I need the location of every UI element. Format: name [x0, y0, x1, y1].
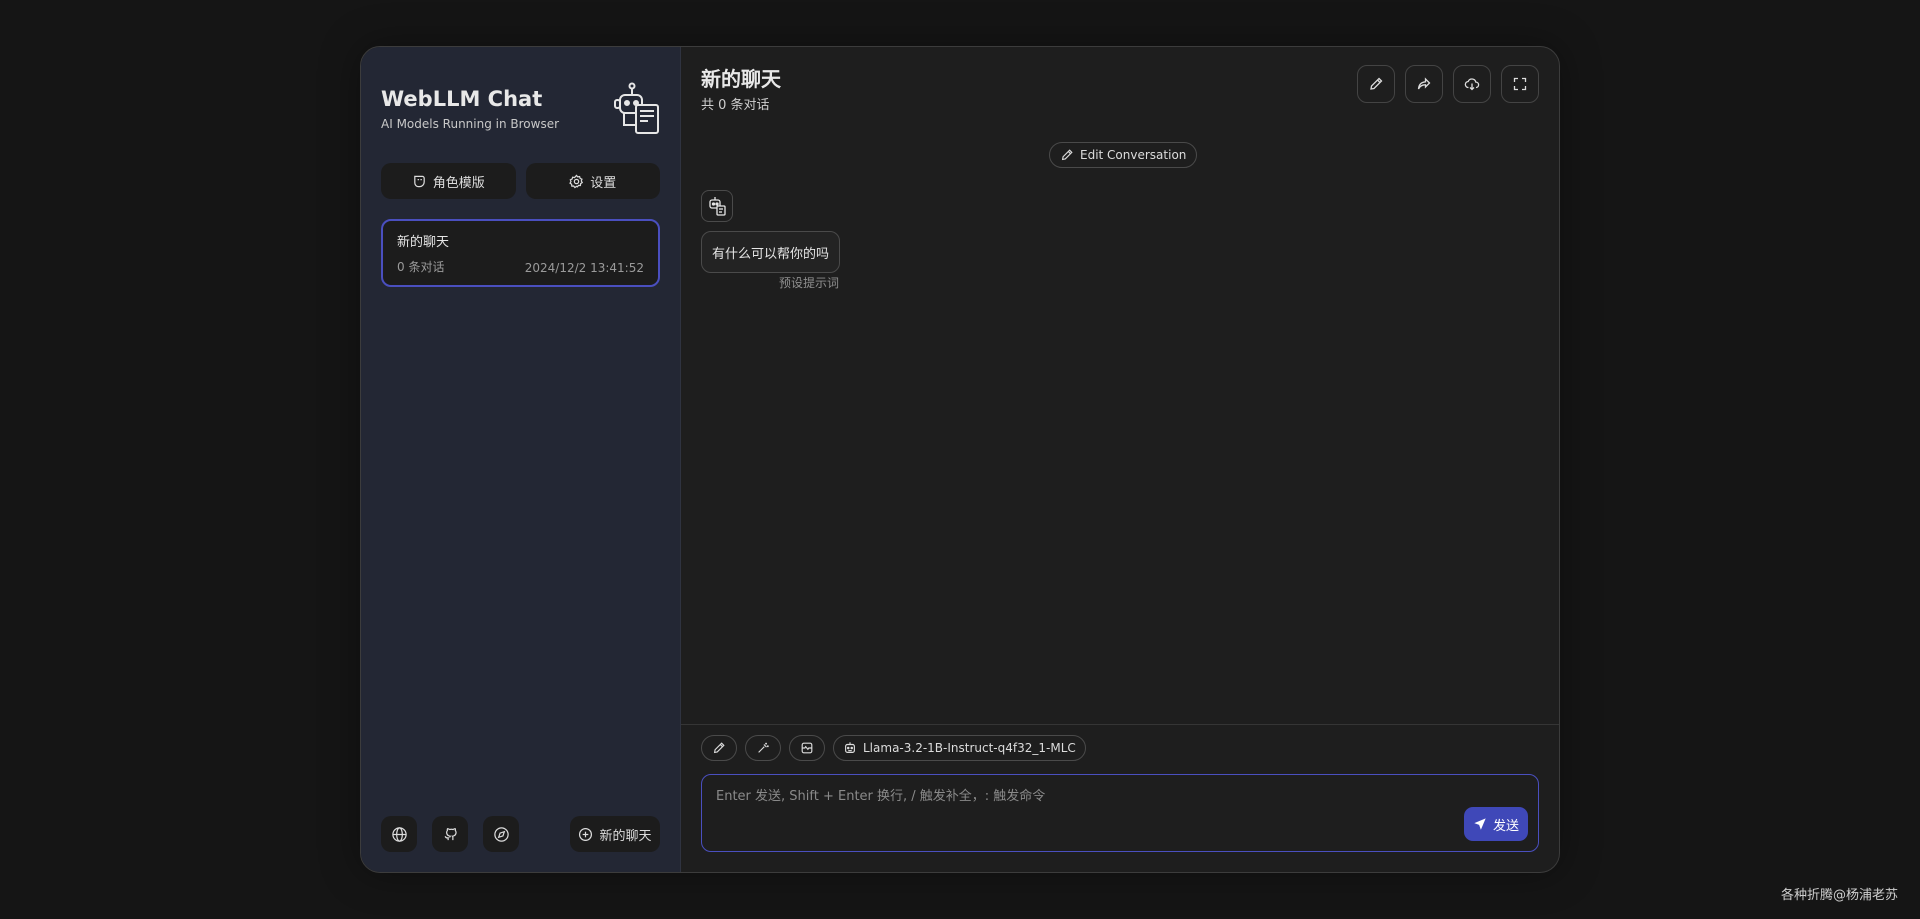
brand: WebLLM Chat AI Models Running in Browser [381, 82, 660, 137]
message-bubble: 有什么可以帮你的吗 [701, 231, 841, 273]
share-icon [1417, 77, 1431, 90]
mask-icon [413, 175, 425, 187]
prompt-button[interactable] [701, 735, 737, 761]
settings-button[interactable]: 设置 [525, 163, 660, 199]
magic-wand-icon [758, 742, 769, 753]
message-input[interactable] [702, 775, 1538, 851]
chat-title[interactable]: 新的聊天 [701, 63, 781, 92]
edit-conversation-label: Edit Conversation [1080, 148, 1187, 162]
chat-header: 新的聊天 共 0 条对话 [701, 63, 781, 113]
robot-icon [709, 197, 726, 216]
message-note: 预设提示词 [779, 276, 840, 290]
pencil-icon [1061, 149, 1073, 161]
model-selector[interactable]: Llama-3.2-1B-Instruct-q4f32_1-MLC [833, 735, 1086, 761]
app-title: WebLLM Chat [381, 87, 543, 111]
sidebar-footer: 新的聊天 [381, 816, 660, 852]
edit-conversation-button[interactable]: Edit Conversation [1049, 142, 1198, 168]
pencil-icon [1370, 77, 1383, 90]
header-actions [1357, 65, 1539, 103]
share-button[interactable] [1405, 65, 1443, 103]
new-chat-button-label: 新的聊天 [599, 828, 652, 844]
language-button[interactable] [381, 816, 417, 852]
add-circle-icon [579, 827, 593, 841]
mask-button[interactable] [745, 735, 781, 761]
chat-item-title: 新的聊天 [397, 235, 450, 250]
download-button[interactable] [1453, 65, 1491, 103]
fullscreen-button[interactable] [1501, 65, 1539, 103]
settings-button-label: 设置 [590, 175, 617, 191]
chat-panel: 新的聊天 共 0 条对话 Edit Conversation 有什么可以帮你的吗… [681, 47, 1559, 872]
rename-button[interactable] [1357, 65, 1395, 103]
sidebar: WebLLM Chat AI Models Running in Browser [361, 47, 681, 872]
github-button[interactable] [432, 816, 468, 852]
model-name: Llama-3.2-1B-Instruct-q4f32_1-MLC [863, 741, 1076, 755]
watermark: 各种折腾@杨浦老苏 [1780, 888, 1898, 903]
app-subtitle: AI Models Running in Browser [381, 117, 560, 131]
discovery-button[interactable] [483, 816, 519, 852]
pencil-icon [713, 742, 725, 754]
robot-icon [845, 742, 855, 753]
chat-message-count: 共 0 条对话 [701, 98, 770, 113]
clear-context-button[interactable] [789, 735, 825, 761]
new-chat-button[interactable]: 新的聊天 [570, 816, 660, 852]
send-button[interactable]: 发送 [1464, 807, 1528, 841]
gear-icon [569, 173, 584, 188]
robot-logo-icon [614, 82, 659, 134]
globe-icon [391, 826, 407, 842]
templates-button-label: 角色模版 [432, 175, 485, 191]
send-button-label: 发送 [1492, 818, 1519, 834]
expand-icon [1513, 77, 1527, 91]
break-icon [801, 742, 813, 754]
templates-button[interactable]: 角色模版 [381, 163, 516, 199]
chat-item-count: 0 条对话 [397, 260, 445, 274]
input-area: Llama-3.2-1B-Instruct-q4f32_1-MLC 发送 [681, 724, 1559, 872]
chat-list-item[interactable]: 新的聊天 0 条对话 2024/12/2 13:41:52 [381, 219, 660, 287]
message-input-box: 发送 [701, 774, 1539, 852]
chat-item-date: 2024/12/2 13:41:52 [524, 261, 644, 275]
cloud-download-icon [1464, 78, 1480, 91]
compass-icon [493, 826, 509, 842]
send-icon [1474, 818, 1486, 830]
github-icon [444, 827, 457, 840]
app-window: WebLLM Chat AI Models Running in Browser [360, 46, 1560, 873]
bot-avatar [701, 190, 733, 222]
input-actions: Llama-3.2-1B-Instruct-q4f32_1-MLC [701, 735, 1086, 761]
